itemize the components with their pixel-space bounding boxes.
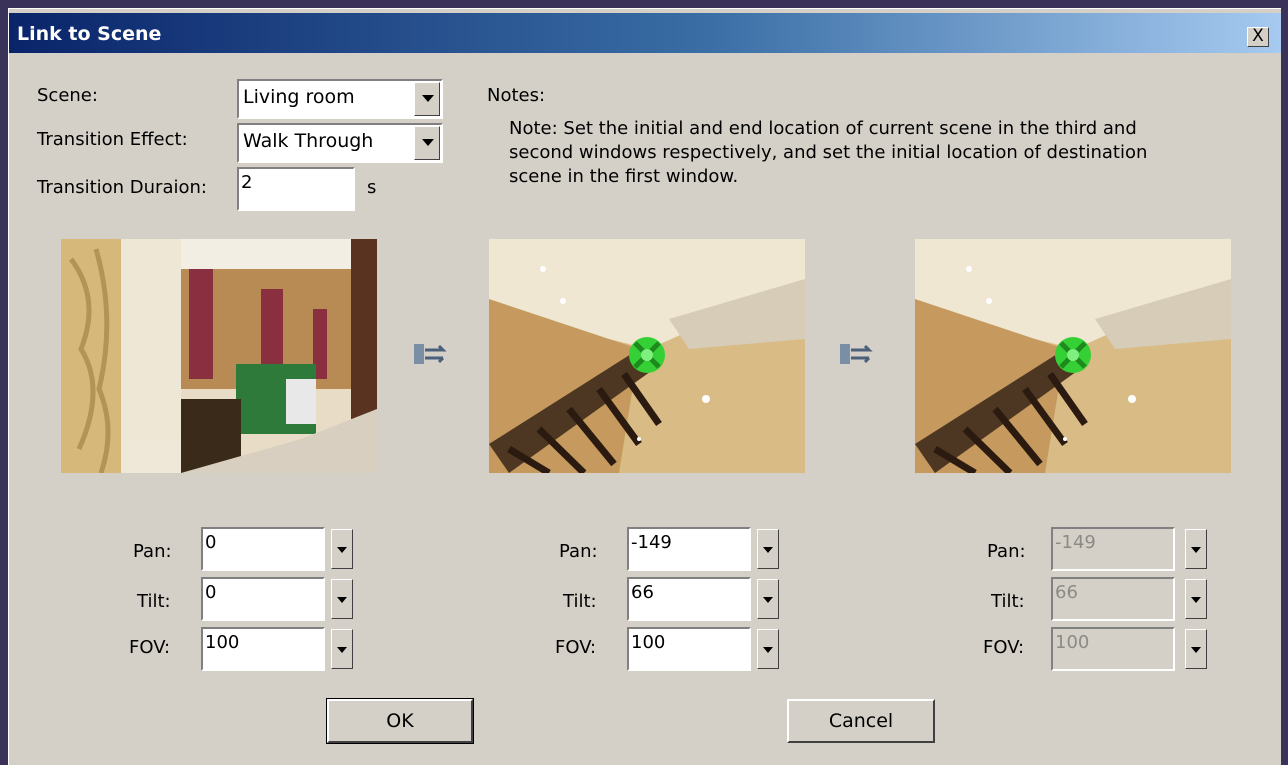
title-bar[interactable]: Link to Scene X [9,13,1281,53]
duration-unit: s [367,177,377,198]
transition-effect-select[interactable]: Walk Through [237,123,443,163]
pan-label: Pan: [133,541,172,562]
pan-input[interactable]: -149 [627,527,751,571]
transition-duration-value: 2 [241,172,253,193]
chevron-down-icon[interactable] [414,82,440,116]
dropdown-arrow-icon[interactable] [757,579,779,619]
fov-value: 100 [631,632,666,653]
notes-text: Note: Set the initial and end location o… [509,117,1147,189]
fov-label: FOV: [555,637,597,658]
tilt-label: Tilt: [991,591,1025,612]
tilt-label: Tilt: [137,591,171,612]
transition-effect-label: Transition Effect: [37,129,188,150]
transition-effect-value: Walk Through [243,130,374,152]
fov-value: 100 [205,632,240,653]
dropdown-arrow-icon[interactable] [331,629,353,669]
tilt-value: 66 [1055,582,1078,603]
dropdown-arrow-icon[interactable] [331,579,353,619]
fov-label: FOV: [983,637,1025,658]
tilt-value: 66 [631,582,654,603]
destination-scene-preview[interactable] [61,239,377,473]
fov-input: 100 [1051,627,1175,671]
dropdown-arrow-icon[interactable] [331,529,353,569]
pan-value: 0 [205,532,217,553]
dropdown-arrow-icon[interactable] [1185,529,1207,569]
transition-duration-input[interactable]: 2 [237,167,355,211]
tilt-input: 66 [1051,577,1175,621]
current-scene-initial-preview[interactable] [915,239,1231,473]
dropdown-arrow-icon[interactable] [1185,629,1207,669]
fov-value: 100 [1055,632,1090,653]
link-to-scene-dialog: Link to Scene X Scene: Living room Trans… [8,8,1281,765]
current-scene-end-preview[interactable] [489,239,805,473]
dropdown-arrow-icon[interactable] [1185,579,1207,619]
notes-line: Note: Set the initial and end location o… [509,118,1137,139]
chevron-down-icon[interactable] [414,126,440,160]
close-button[interactable]: X [1247,27,1269,47]
pan-value: -149 [1055,532,1096,553]
pan-label: Pan: [559,541,598,562]
dropdown-arrow-icon[interactable] [757,529,779,569]
scene-select-value: Living room [243,86,355,108]
cancel-button[interactable]: Cancel [787,699,935,743]
notes-heading: Notes: [487,85,546,106]
hotspot-target-icon[interactable] [629,337,665,373]
ok-button[interactable]: OK [326,698,474,744]
hotspot-target-icon[interactable] [1055,337,1091,373]
tilt-value: 0 [205,582,217,603]
scene-label: Scene: [37,85,98,106]
close-icon: X [1252,26,1264,46]
scene-select[interactable]: Living room [237,79,443,119]
notes-line: second windows respectively, and set the… [509,142,1148,163]
notes-line: scene in the first window. [509,166,739,187]
pan-input: -149 [1051,527,1175,571]
swap-arrows-icon[interactable] [839,343,873,365]
dropdown-arrow-icon[interactable] [757,629,779,669]
tilt-input[interactable]: 66 [627,577,751,621]
window-title: Link to Scene [17,23,162,45]
fov-input[interactable]: 100 [627,627,751,671]
tilt-label: Tilt: [563,591,597,612]
pan-value: -149 [631,532,672,553]
transition-duration-label: Transition Duraion: [37,177,207,198]
pan-input[interactable]: 0 [201,527,325,571]
swap-arrows-icon[interactable] [413,343,447,365]
pan-label: Pan: [987,541,1026,562]
fov-input[interactable]: 100 [201,627,325,671]
fov-label: FOV: [129,637,171,658]
tilt-input[interactable]: 0 [201,577,325,621]
